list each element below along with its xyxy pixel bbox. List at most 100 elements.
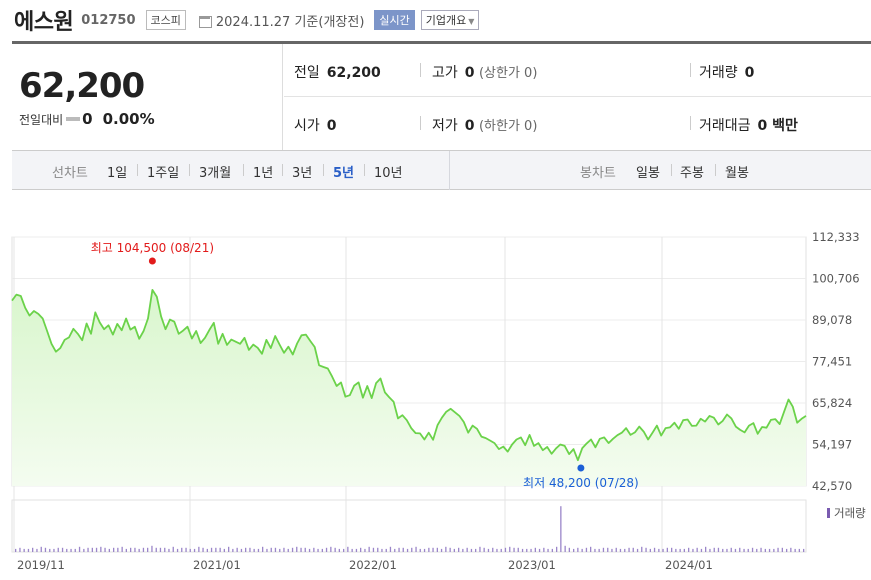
volume-bar [398,547,400,552]
change-value: 0 [82,110,93,128]
volume-bar [223,548,225,552]
volume-bar [649,548,651,552]
high-value: 0 [464,65,475,81]
volume-bar [475,548,477,552]
summary-row-2: 시가 0 저가 0 (하한가 0) 거래대금 0 백만 [284,97,871,150]
volume-bar [645,547,647,552]
volume-bar [215,547,217,552]
volume-bar [611,548,613,552]
stock-header: 에스원 012750 코스피 2024.11.27 기준(개장전) 실시간 기업… [14,6,480,35]
volume-bar [658,548,660,552]
volume-bar [364,548,366,552]
tab-10y[interactable]: 10년 [374,162,403,181]
volume-bar [61,547,64,552]
volume-bar [142,547,145,552]
volume-bar [734,548,737,552]
volume-bar [372,547,375,552]
volume-bar [500,548,502,552]
divider [189,164,190,176]
volume-bar [351,548,353,552]
volume-bar [794,548,796,552]
volume-bar [747,548,749,552]
tab-1d[interactable]: 1일 [107,162,127,181]
volume-bar [411,547,413,552]
volume-bar [151,545,153,552]
volume-bar [377,547,379,552]
volume-bar [449,547,451,552]
volume-bar [756,548,758,552]
volume-bar [262,546,264,552]
open-price: 시가 0 [294,115,337,135]
volume-bar [53,548,55,552]
volume-bar [240,548,243,552]
tab-monthly[interactable]: 월봉 [725,162,749,181]
volume-bar [764,548,766,552]
volume-bar [83,548,85,552]
trading-amount: 거래대금 0 백만 [699,115,798,135]
x-tick-label: 2021/01 [193,558,241,572]
divider [137,164,138,176]
tab-group-divider [449,151,450,190]
tab-weekly[interactable]: 주봉 [680,162,704,181]
volume-bar [113,547,115,552]
volume-bar [573,548,575,552]
tab-1w[interactable]: 1주일 [147,162,179,181]
volume-bar [577,547,579,552]
calendar-icon [198,14,212,28]
low-annotation: 최저 48,200 (07/28) [523,476,639,490]
x-tick-label: 2022/01 [349,558,397,572]
volume-bar [781,547,783,552]
volume-bar [543,547,545,552]
x-tick-label: 2023/01 [508,558,556,572]
volume-bar [78,546,81,552]
high-price: 고가 0 (상한가 0) [432,62,537,82]
volume-bar [722,548,724,552]
volume-bar [321,548,323,552]
volume-bar [470,548,473,552]
volume-bar [466,547,468,552]
volume-bar [624,548,626,552]
divider [282,164,283,176]
volume-bar [164,547,166,552]
volume-bar [666,547,668,552]
volume-bar [232,548,234,552]
volume-bar [236,547,238,552]
y-tick-label: 54,197 [812,438,852,452]
realtime-button[interactable]: 실시간 [374,10,415,30]
volume-bar [773,548,775,552]
volume-bar [803,548,805,552]
volume-bar [521,548,524,552]
volume-bar [300,547,302,552]
volume-bar [590,546,592,552]
volume-bar [751,547,754,552]
tab-1y[interactable]: 1년 [253,162,273,181]
company-info-dropdown[interactable]: 기업개요 ▼ [420,10,480,30]
tab-3m[interactable]: 3개월 [199,162,231,181]
tab-3y[interactable]: 3년 [292,162,312,181]
volume-bar [206,548,208,552]
volume-bar [777,547,779,552]
company-info-label: 기업개요 [425,14,467,27]
high-annotation: 최고 104,500 (08/21) [91,241,214,255]
volume-bar [138,548,140,552]
line-chart-label: 선차트 [52,166,88,181]
stock-code: 012750 [81,12,136,28]
volume-bar [636,548,639,552]
price-chart[interactable]: 112,333 100,706 89,078 77,451 65,824 54,197 42… [0,196,871,580]
low-marker [577,464,585,472]
volume-bar [560,506,562,552]
tab-5y[interactable]: 5년 [333,162,354,181]
volume-bar [245,547,247,552]
tab-daily[interactable]: 일봉 [636,162,660,181]
upper-limit: (상한가 0) [478,66,538,81]
volume-value: 0 [744,65,755,81]
volume-bar [257,548,260,552]
volume-bar [675,548,677,552]
divider [671,164,672,176]
volume-bar [343,548,345,552]
volume-bar [313,547,315,552]
low-price: 저가 0 (하한가 0) [432,115,537,135]
volume-bar [317,548,319,552]
divider [420,63,421,77]
volume-bar [594,548,596,552]
